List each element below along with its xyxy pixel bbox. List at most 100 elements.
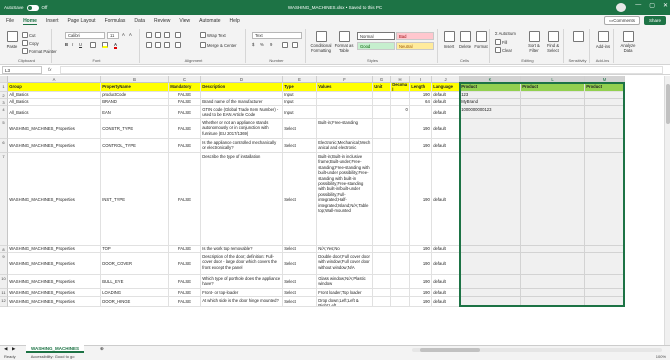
row-header-6[interactable]: 6 bbox=[0, 139, 8, 153]
cell-m12[interactable] bbox=[585, 297, 625, 307]
cell-c4[interactable]: FALSE bbox=[169, 106, 201, 119]
cell-e7[interactable]: Select bbox=[283, 153, 317, 246]
menu-tab-home[interactable]: Home bbox=[23, 18, 37, 25]
cell-e4[interactable]: Input bbox=[283, 106, 317, 119]
menu-tab-data[interactable]: Data bbox=[134, 18, 145, 24]
cell-k8[interactable] bbox=[460, 246, 521, 253]
row-header-5[interactable]: 5 bbox=[0, 119, 8, 139]
cell-h4[interactable]: 0 bbox=[391, 106, 410, 119]
style-neutral[interactable]: Neutral bbox=[396, 42, 434, 50]
cell-j11[interactable]: default bbox=[432, 289, 460, 297]
cell-b5[interactable]: CONSTR_TYPE bbox=[101, 119, 169, 139]
cell-k2[interactable]: 123 bbox=[460, 92, 521, 99]
header-cell-e[interactable]: Type bbox=[283, 83, 317, 92]
align-left-button[interactable] bbox=[146, 42, 152, 48]
header-cell-g[interactable]: Unit bbox=[373, 83, 391, 92]
cell-m9[interactable] bbox=[585, 253, 625, 275]
cell-d12[interactable]: At which side is the door hinge mounted? bbox=[201, 297, 283, 307]
cell-b9[interactable]: DOOR_COVER bbox=[101, 253, 169, 275]
cell-j9[interactable]: default bbox=[432, 253, 460, 275]
row-header-12[interactable]: 12 bbox=[0, 297, 8, 307]
cell-d3[interactable]: Brand name of the manufacturer bbox=[201, 99, 283, 106]
cell-h5[interactable] bbox=[391, 119, 410, 139]
share-button[interactable]: Share bbox=[643, 16, 666, 25]
cell-a8[interactable]: WASHING_MACHINES_Properties bbox=[8, 246, 101, 253]
cell-m6[interactable] bbox=[585, 139, 625, 153]
add-sheet-icon[interactable]: ⊕ bbox=[100, 346, 104, 352]
cell-h6[interactable] bbox=[391, 139, 410, 153]
align-right-button[interactable] bbox=[164, 42, 170, 48]
cell-d2[interactable] bbox=[201, 92, 283, 99]
cell-j2[interactable]: default bbox=[432, 92, 460, 99]
cell-l11[interactable] bbox=[521, 289, 585, 297]
cell-e9[interactable]: Select bbox=[283, 253, 317, 275]
cell-k6[interactable] bbox=[460, 139, 521, 153]
cell-d11[interactable]: Front- or top-loader bbox=[201, 289, 283, 297]
cell-k4[interactable]: 1000000000123 bbox=[460, 106, 521, 119]
align-middle-button[interactable] bbox=[155, 32, 161, 38]
cell-l6[interactable] bbox=[521, 139, 585, 153]
cell-k9[interactable] bbox=[460, 253, 521, 275]
font-size-select[interactable]: 11 bbox=[107, 32, 119, 39]
cell-d10[interactable]: Which type of porthole does the applianc… bbox=[201, 275, 283, 289]
cell-i8[interactable]: 190 bbox=[410, 246, 432, 253]
increase-decimal-button[interactable] bbox=[282, 42, 288, 48]
cell-f2[interactable] bbox=[317, 92, 373, 99]
cell-i5[interactable]: 190 bbox=[410, 119, 432, 139]
column-header-c[interactable]: C bbox=[169, 76, 201, 83]
cell-h11[interactable] bbox=[391, 289, 410, 297]
currency-button[interactable]: $ bbox=[252, 42, 254, 47]
cell-b10[interactable]: BULL_EYE bbox=[101, 275, 169, 289]
menu-tab-formulas[interactable]: Formulas bbox=[105, 18, 126, 24]
vertical-scroll-thumb[interactable] bbox=[666, 84, 670, 124]
sheet-tab-washing-machines[interactable]: WASHING_MACHINES bbox=[26, 345, 85, 353]
row-header-11[interactable]: 11 bbox=[0, 289, 8, 297]
cell-d6[interactable]: Is the appliance controlled mechanically… bbox=[201, 139, 283, 153]
cell-c9[interactable]: FALSE bbox=[169, 253, 201, 275]
cell-a2[interactable]: All_Basics bbox=[8, 92, 101, 99]
cell-i11[interactable]: 190 bbox=[410, 289, 432, 297]
cell-h7[interactable] bbox=[391, 153, 410, 246]
column-header-b[interactable]: B bbox=[101, 76, 169, 83]
autosave-switch[interactable] bbox=[26, 4, 39, 11]
cell-l5[interactable] bbox=[521, 119, 585, 139]
column-header-j[interactable]: J bbox=[432, 76, 460, 83]
wrap-text-button[interactable]: Wrap Text bbox=[200, 32, 226, 38]
column-header-l[interactable]: L bbox=[521, 76, 585, 83]
header-cell-c[interactable]: Mandatory bbox=[169, 83, 201, 92]
cell-h9[interactable] bbox=[391, 253, 410, 275]
format-cells-button[interactable]: Format bbox=[474, 31, 488, 49]
cell-c11[interactable]: FALSE bbox=[169, 289, 201, 297]
cell-m4[interactable] bbox=[585, 106, 625, 119]
cell-b11[interactable]: LOADING bbox=[101, 289, 169, 297]
decrease-decimal-button[interactable] bbox=[292, 42, 298, 48]
delete-cells-button[interactable]: Delete bbox=[458, 31, 472, 49]
cell-i10[interactable]: 190 bbox=[410, 275, 432, 289]
cell-f4[interactable] bbox=[317, 106, 373, 119]
cell-c2[interactable]: FALSE bbox=[169, 92, 201, 99]
header-cell-m[interactable]: Product bbox=[585, 83, 625, 92]
borders-button[interactable] bbox=[90, 42, 96, 48]
cell-a12[interactable]: WASHING_MACHINES_Properties bbox=[8, 297, 101, 307]
sort-filter-button[interactable]: Sort & Filter bbox=[526, 31, 542, 53]
close-button[interactable]: ✕ bbox=[663, 2, 668, 9]
cell-b2[interactable]: productCode bbox=[101, 92, 169, 99]
cell-b12[interactable]: DOOR_HINGE bbox=[101, 297, 169, 307]
align-top-button[interactable] bbox=[146, 32, 152, 38]
comments-button[interactable]: ▭ Comments bbox=[603, 16, 640, 25]
row-header-7[interactable]: 7 bbox=[0, 153, 8, 246]
style-good[interactable]: Good bbox=[357, 42, 395, 50]
align-bottom-button[interactable] bbox=[164, 32, 170, 38]
fill-color-button[interactable] bbox=[102, 42, 108, 48]
header-cell-j[interactable]: Language bbox=[432, 83, 460, 92]
row-header-1[interactable]: 1 bbox=[0, 83, 8, 92]
cell-l8[interactable] bbox=[521, 246, 585, 253]
formula-input[interactable] bbox=[60, 66, 663, 74]
cell-j10[interactable]: default bbox=[432, 275, 460, 289]
menu-tab-page-layout[interactable]: Page Layout bbox=[67, 18, 95, 24]
cell-e5[interactable]: Select bbox=[283, 119, 317, 139]
orientation-button[interactable] bbox=[175, 32, 181, 38]
underline-button[interactable]: U bbox=[79, 42, 82, 47]
cell-c7[interactable]: FALSE bbox=[169, 153, 201, 246]
column-header-h[interactable]: H bbox=[391, 76, 410, 83]
